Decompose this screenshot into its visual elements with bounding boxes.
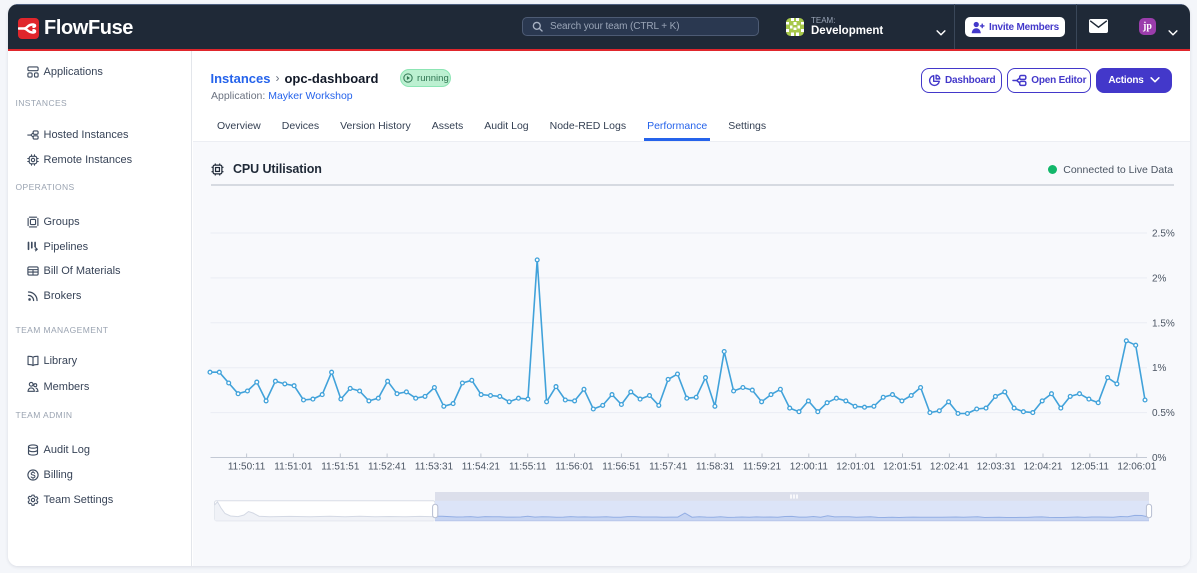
- svg-text:11:57:41: 11:57:41: [649, 462, 688, 473]
- svg-text:11:52:41: 11:52:41: [368, 462, 407, 473]
- svg-text:11:51:51: 11:51:51: [321, 462, 360, 473]
- svg-text:11:53:31: 11:53:31: [415, 462, 454, 473]
- svg-text:12:06:01: 12:06:01: [1117, 462, 1156, 473]
- svg-text:2.5%: 2.5%: [1152, 229, 1175, 240]
- svg-text:0.5%: 0.5%: [1152, 408, 1175, 419]
- svg-text:12:01:01: 12:01:01: [836, 462, 875, 473]
- svg-text:12:04:21: 12:04:21: [1024, 462, 1063, 473]
- svg-text:1.5%: 1.5%: [1152, 318, 1175, 329]
- svg-text:12:05:11: 12:05:11: [1071, 462, 1110, 473]
- svg-text:11:50:11: 11:50:11: [228, 462, 266, 473]
- svg-text:11:55:11: 11:55:11: [509, 462, 547, 473]
- svg-text:12:01:51: 12:01:51: [883, 462, 922, 473]
- svg-text:11:56:51: 11:56:51: [602, 462, 641, 473]
- svg-text:11:58:31: 11:58:31: [696, 462, 735, 473]
- svg-text:12:03:31: 12:03:31: [977, 462, 1016, 473]
- svg-text:12:00:11: 12:00:11: [790, 462, 829, 473]
- svg-text:0%: 0%: [1152, 453, 1167, 464]
- svg-text:11:54:21: 11:54:21: [462, 462, 501, 473]
- svg-text:11:59:21: 11:59:21: [743, 462, 782, 473]
- svg-text:1%: 1%: [1152, 363, 1167, 374]
- svg-text:12:02:41: 12:02:41: [930, 462, 969, 473]
- svg-text:11:51:01: 11:51:01: [274, 462, 313, 473]
- svg-text:2%: 2%: [1152, 273, 1167, 284]
- svg-text:11:56:01: 11:56:01: [555, 462, 594, 473]
